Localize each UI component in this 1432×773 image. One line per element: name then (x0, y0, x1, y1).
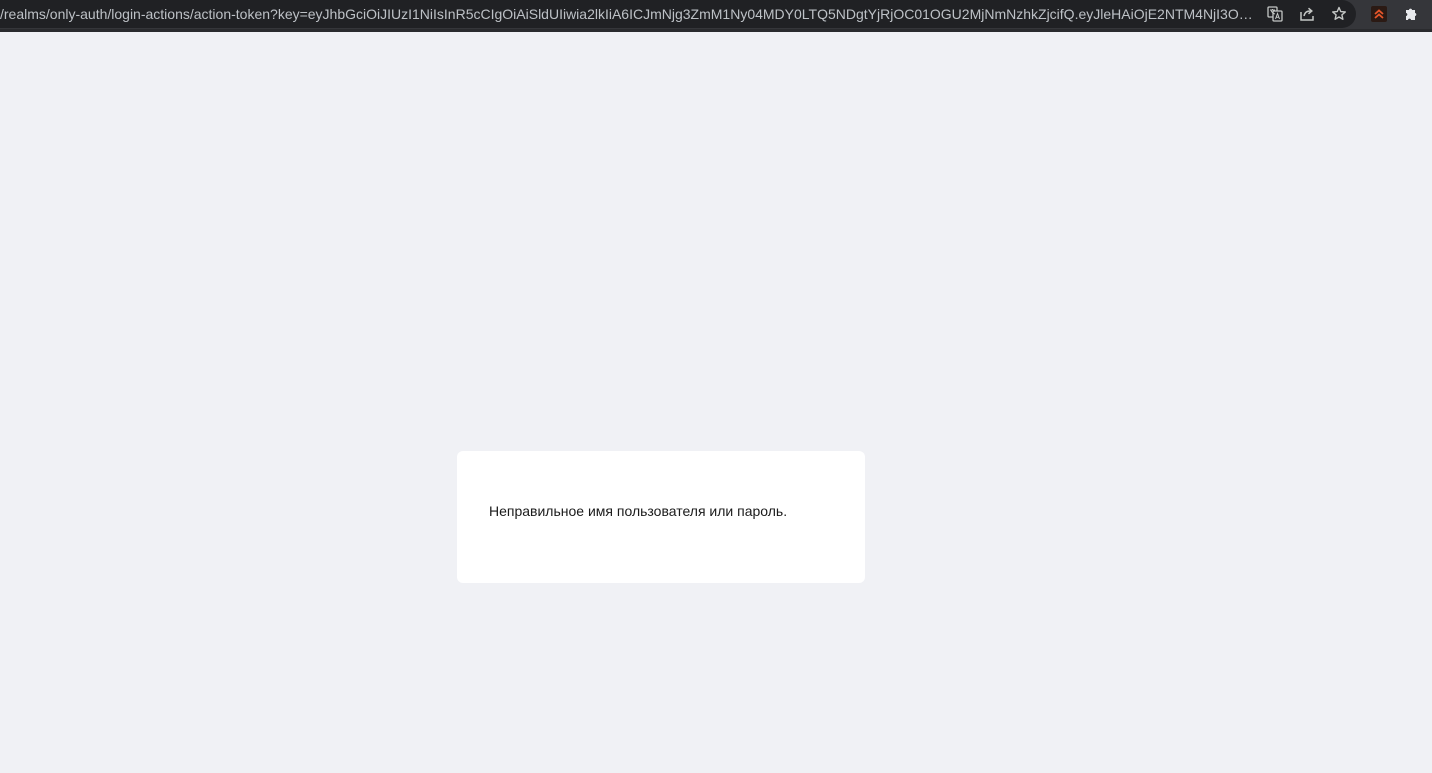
error-message-card: Неправильное имя пользователя или пароль… (457, 451, 865, 583)
star-icon[interactable] (1329, 4, 1349, 24)
url-text[interactable]: /realms/only-auth/login-actions/action-t… (0, 5, 1256, 23)
translate-icon[interactable] (1265, 4, 1285, 24)
error-message: Неправильное имя пользователя или пароль… (489, 503, 788, 519)
puzzle-icon[interactable] (1401, 4, 1421, 24)
browser-toolbar: /realms/only-auth/login-actions/action-t… (0, 0, 1432, 32)
address-bar[interactable]: /realms/only-auth/login-actions/action-t… (0, 0, 1356, 28)
share-icon[interactable] (1297, 4, 1317, 24)
extension-logo-icon[interactable] (1369, 4, 1389, 24)
